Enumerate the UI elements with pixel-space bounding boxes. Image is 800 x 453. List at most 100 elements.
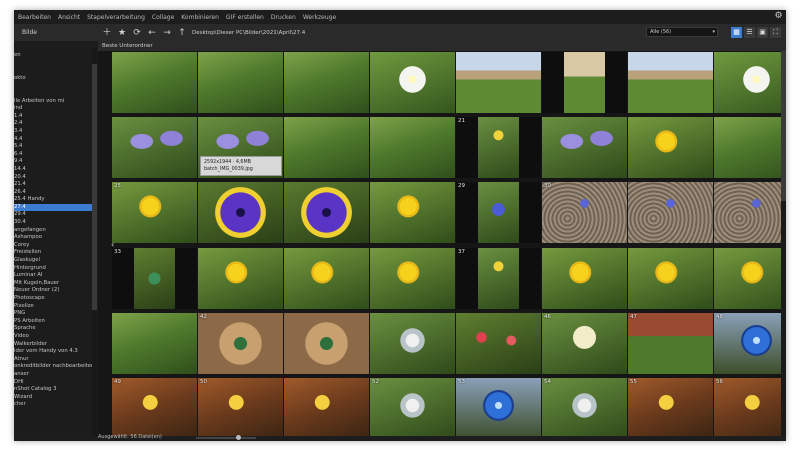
thumbnail[interactable]: 42 <box>198 313 283 374</box>
folder-item[interactable]: onkreditbilder nachbearbeiter <box>14 363 92 371</box>
thumbnail[interactable] <box>628 248 713 309</box>
folder-item[interactable]: Video <box>14 333 92 341</box>
thumbnail[interactable] <box>198 182 283 243</box>
folder-item[interactable]: Mit Kugeln,Bauer <box>14 280 92 288</box>
thumbnail[interactable]: 53 <box>456 378 541 439</box>
folder-item[interactable]: 1.4 <box>14 113 92 121</box>
folder-item[interactable] <box>14 67 92 75</box>
folder-item[interactable]: anser <box>14 371 92 379</box>
thumbnail[interactable] <box>542 52 627 113</box>
thumbnail[interactable]: 21 <box>456 117 541 178</box>
folder-item[interactable]: lle Arbeiten von mi <box>14 98 92 106</box>
thumbnail[interactable]: 47 <box>628 313 713 374</box>
refresh-icon[interactable]: ⟳ <box>131 27 143 39</box>
path-field[interactable]: Desktop\Dieser PC\Bilder\2021\April\27.4 <box>192 30 305 36</box>
thumbnail[interactable]: 56 <box>714 378 786 439</box>
folder-item[interactable]: 27.4 <box>14 203 92 212</box>
folder-item[interactable]: 2.4 <box>14 120 92 128</box>
folder-item[interactable]: 9.4 <box>14 158 92 166</box>
menu-item[interactable]: Collage <box>152 14 174 21</box>
preview-view-icon[interactable]: ▣ <box>757 27 768 38</box>
thumbnail[interactable] <box>284 117 369 178</box>
zoom-slider[interactable] <box>196 435 256 440</box>
folder-item[interactable] <box>14 90 92 98</box>
folder-item[interactable]: Glaskugel <box>14 257 92 265</box>
folder-item[interactable]: Pixelize <box>14 303 92 311</box>
folder-item[interactable]: 20.4 <box>14 174 92 182</box>
folder-item[interactable]: angefangen <box>14 227 92 235</box>
thumbnail[interactable] <box>714 182 786 243</box>
thumbnail[interactable]: 25 <box>112 182 197 243</box>
folder-item[interactable]: 5.4 <box>14 143 92 151</box>
star-icon[interactable]: ★ <box>116 27 128 39</box>
folder-item[interactable]: Walkerbilder <box>14 341 92 349</box>
thumbnail[interactable] <box>628 52 713 113</box>
folder-item[interactable]: 6.4 <box>14 151 92 159</box>
settings-gear-icon[interactable]: ⚙ <box>774 12 783 21</box>
thumbnail[interactable] <box>370 313 455 374</box>
folder-item[interactable] <box>14 82 92 90</box>
filter-dropdown[interactable]: Alle (56) ▾ <box>646 27 718 37</box>
thumbnail[interactable]: 48 <box>714 313 786 374</box>
thumbnail[interactable]: 29 <box>456 182 541 243</box>
thumbnail[interactable]: 54 <box>542 378 627 439</box>
thumbnail[interactable] <box>628 117 713 178</box>
folder-item[interactable]: ind <box>14 105 92 113</box>
folder-item[interactable]: Neuer Ordner (2) <box>14 287 92 295</box>
thumbnail[interactable] <box>714 52 786 113</box>
grid-scroll-thumb[interactable] <box>781 51 786 201</box>
sidebar-scroll-thumb[interactable] <box>92 64 97 310</box>
menu-item[interactable]: GIF erstellen <box>226 14 264 21</box>
folder-item[interactable]: nShot Catalog 3 <box>14 386 92 394</box>
menu-item[interactable]: Stapelverarbeitung <box>87 14 145 21</box>
folder-item[interactable]: PS Arbeiten <box>14 318 92 326</box>
thumbnail[interactable] <box>456 52 541 113</box>
folder-item[interactable]: Sprache <box>14 325 92 333</box>
folder-item[interactable] <box>14 60 92 68</box>
thumbnail[interactable]: 30 <box>542 182 627 243</box>
thumbnail[interactable] <box>542 117 627 178</box>
fullscreen-icon[interactable]: ⛶ <box>770 27 781 38</box>
zoom-slider-knob[interactable] <box>236 435 241 440</box>
thumbnail[interactable] <box>112 52 197 113</box>
folder-item[interactable]: 29.4 <box>14 211 92 219</box>
folder-item[interactable]: Hintergrund <box>14 265 92 273</box>
folder-item[interactable]: lder vom Handy von 4.3 <box>14 348 92 356</box>
thumbnail[interactable] <box>714 117 786 178</box>
thumbnail[interactable] <box>284 182 369 243</box>
folder-item[interactable]: 14.4 <box>14 166 92 174</box>
folder-item[interactable]: Wizard <box>14 394 92 402</box>
thumbnail[interactable] <box>284 248 369 309</box>
list-view-icon[interactable]: ☰ <box>744 27 755 38</box>
thumbnail[interactable]: 37 <box>456 248 541 309</box>
thumbnail[interactable] <box>370 182 455 243</box>
folder-item[interactable]: cher <box>14 401 92 409</box>
thumbnail[interactable] <box>284 52 369 113</box>
thumbnail[interactable] <box>198 52 283 113</box>
folder-item[interactable]: 26.4 <box>14 189 92 197</box>
thumbnail[interactable] <box>456 313 541 374</box>
thumbnail[interactable] <box>542 248 627 309</box>
menu-item[interactable]: Ansicht <box>58 14 80 21</box>
up-icon[interactable]: ↑ <box>176 27 188 39</box>
thumbnail[interactable] <box>714 248 786 309</box>
back-icon[interactable]: ← <box>146 27 158 39</box>
thumbnail[interactable]: 50 <box>198 378 283 439</box>
folder-item[interactable]: en <box>14 52 92 60</box>
folder-item[interactable]: 4.4 <box>14 136 92 144</box>
thumbnail[interactable] <box>112 117 197 178</box>
folder-item[interactable]: 21.4 <box>14 181 92 189</box>
folder-item[interactable]: PNG <box>14 310 92 318</box>
folder-item[interactable]: 25.4 Handy <box>14 196 92 204</box>
thumbnail[interactable]: 46 <box>542 313 627 374</box>
folder-item[interactable]: Atnur <box>14 356 92 364</box>
thumbnail[interactable] <box>370 248 455 309</box>
folder-item[interactable]: 30.4 <box>14 219 92 227</box>
grid-scrollbar[interactable] <box>781 51 786 436</box>
thumbnail[interactable] <box>370 52 455 113</box>
thumbnail[interactable] <box>112 313 197 374</box>
folder-item[interactable]: Ashampoo <box>14 234 92 242</box>
thumbnail[interactable] <box>284 313 369 374</box>
folder-item[interactable]: Freistellen <box>14 249 92 257</box>
thumbnail[interactable] <box>198 248 283 309</box>
